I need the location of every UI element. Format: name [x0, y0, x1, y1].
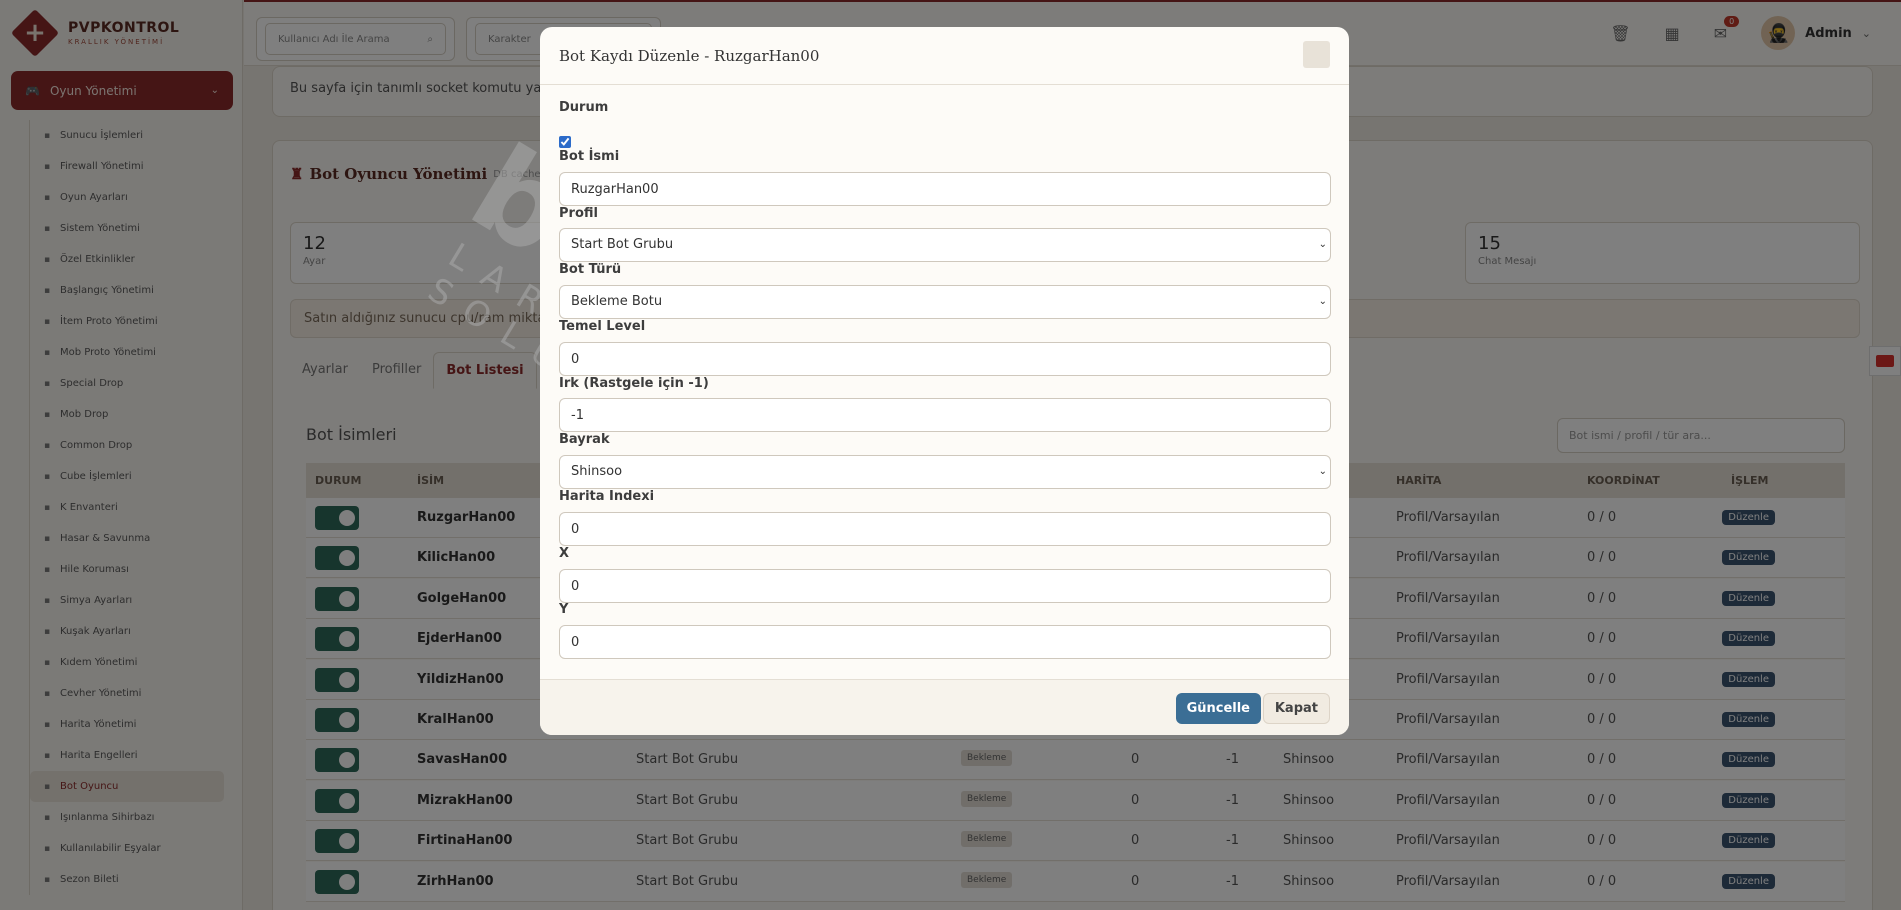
- map-index-label: Harita Indexi: [559, 489, 655, 504]
- modal-title: Bot Kaydı Düzenle - RuzgarHan00: [559, 46, 820, 65]
- modal-body: Durum Bot İsmi Profil Start Bot Grubu ⌄ …: [540, 85, 1349, 679]
- profile-select-value: Start Bot Grubu: [571, 237, 674, 252]
- profile-select[interactable]: Start Bot Grubu: [559, 228, 1331, 262]
- race-label: Irk (Rastgele için -1): [559, 376, 709, 391]
- y-input[interactable]: [559, 625, 1331, 659]
- bot-type-select[interactable]: Bekleme Botu: [559, 285, 1331, 319]
- base-level-input[interactable]: [559, 342, 1331, 376]
- map-index-input[interactable]: [559, 512, 1331, 546]
- x-label: X: [559, 546, 570, 561]
- bot-type-select-value: Bekleme Botu: [571, 294, 663, 309]
- bot-type-label: Bot Türü: [559, 262, 622, 277]
- update-button[interactable]: Güncelle: [1175, 693, 1261, 724]
- bot-name-label: Bot İsmi: [559, 149, 620, 164]
- status-label: Durum: [559, 100, 609, 115]
- status-checkbox[interactable]: [559, 136, 571, 148]
- flag-label: Bayrak: [559, 432, 610, 447]
- y-label: Y: [559, 602, 569, 617]
- modal-footer: Güncelle Kapat: [540, 679, 1349, 735]
- flag-select[interactable]: Shinsoo: [559, 455, 1331, 489]
- edit-bot-modal: Bot Kaydı Düzenle - RuzgarHan00 Durum Bo…: [540, 27, 1349, 735]
- flag-select-value: Shinsoo: [571, 464, 623, 479]
- modal-close-button[interactable]: [1303, 41, 1330, 68]
- race-input[interactable]: [559, 398, 1331, 432]
- x-input[interactable]: [559, 569, 1331, 603]
- bot-name-input[interactable]: [559, 172, 1331, 206]
- modal-header: Bot Kaydı Düzenle - RuzgarHan00: [540, 27, 1349, 85]
- profile-label: Profil: [559, 206, 598, 221]
- close-button[interactable]: Kapat: [1262, 693, 1330, 724]
- base-level-label: Temel Level: [559, 319, 646, 334]
